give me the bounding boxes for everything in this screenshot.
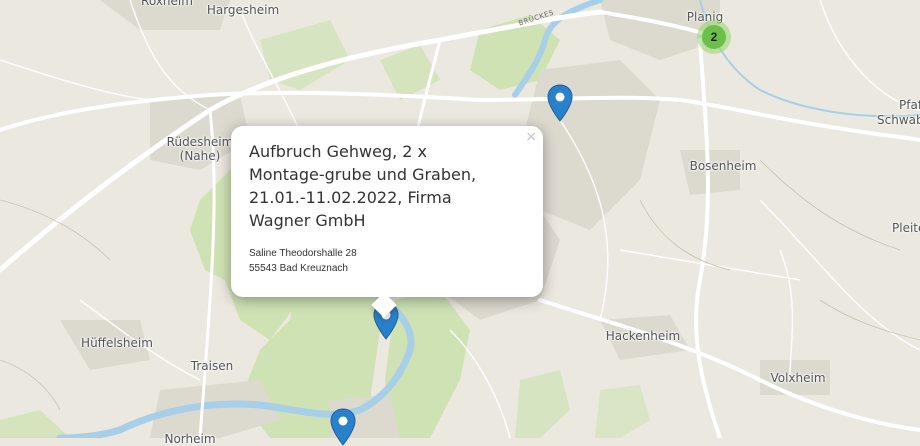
- place-label-norheim: Norheim: [164, 432, 216, 446]
- place-label-bosenheim: Bosenheim: [689, 159, 757, 173]
- map-marker-3[interactable]: [330, 408, 356, 446]
- marker-cluster-count: 2: [702, 25, 726, 49]
- place-label-ruedesheim-line1: Rüdesheim: [166, 135, 234, 149]
- place-label-hueffelsheim: Hüffelsheim: [81, 336, 153, 350]
- map-marker-1[interactable]: [547, 84, 573, 122]
- popup-close-button[interactable]: ×: [525, 129, 537, 145]
- place-label-schwab: Schwab: [877, 113, 920, 127]
- place-label-volxheim: Volxheim: [770, 371, 826, 385]
- popup-address: Saline Theodorshalle 28 55543 Bad Kreuzn…: [249, 246, 503, 276]
- place-label-pfaffen: Pfaf: [899, 98, 920, 112]
- place-label-pleitersheim: Pleite: [892, 221, 920, 235]
- place-label-hackenheim: Hackenheim: [605, 329, 681, 343]
- popup-title: Aufbruch Gehweg, 2 x Montage-grube und G…: [249, 142, 477, 230]
- place-label-hargesheim: Hargesheim: [206, 3, 280, 17]
- place-label-ruedesheim: Rüdesheim (Nahe): [167, 135, 234, 163]
- popup-address-city: 55543 Bad Kreuznach: [249, 263, 348, 274]
- info-popup: × Aufbruch Gehweg, 2 x Montage-grube und…: [231, 126, 543, 318]
- marker-cluster[interactable]: 2: [697, 20, 731, 54]
- place-label-ruedesheim-line2: (Nahe): [179, 149, 221, 163]
- place-label-roxheim: Roxheim: [141, 0, 193, 8]
- place-label-traisen: Traisen: [190, 359, 234, 373]
- popup-address-street: Saline Theodorshalle 28: [249, 248, 357, 259]
